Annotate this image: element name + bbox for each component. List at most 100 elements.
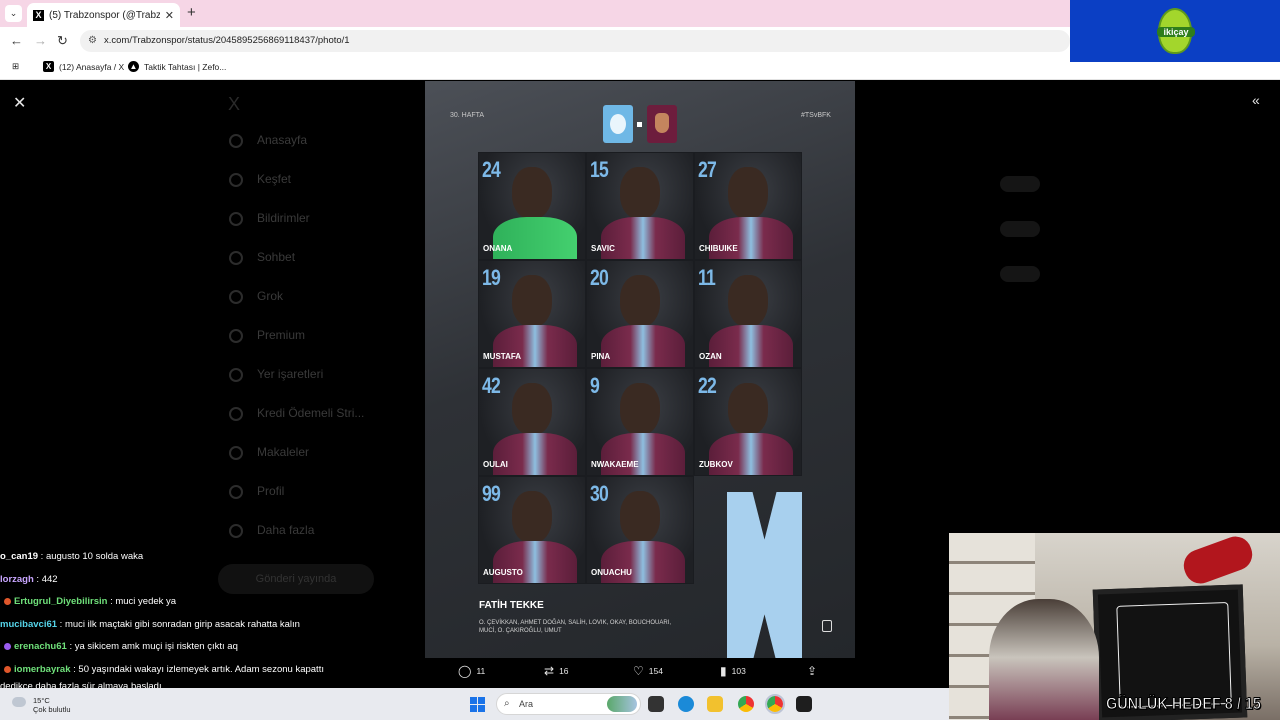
share-button[interactable]: ⇪ <box>807 664 817 678</box>
x-logo-icon: X <box>33 9 44 21</box>
sponsor-label: ikiçay <box>1157 27 1195 37</box>
chat-message: mucibavci61 : muci ilk maçtaki gibi sonr… <box>0 614 420 637</box>
like-button[interactable]: ♡ 154 <box>633 664 663 678</box>
sidebar-item[interactable]: Daha fazla <box>257 523 314 537</box>
player-card: 11 OZAN <box>694 260 802 368</box>
player-card: 99 AUGUSTO <box>478 476 586 584</box>
edge-icon[interactable] <box>678 696 694 712</box>
player-kit <box>493 217 577 259</box>
player-photo <box>512 275 552 327</box>
lineup-poster: 30. HAFTA #TSvBFK 24 ONANA 15 SAVIC 27 C… <box>425 81 855 658</box>
follow-button[interactable] <box>1000 221 1040 237</box>
hashtag-label: #TSvBFK <box>801 112 831 119</box>
player-number: 15 <box>590 157 609 182</box>
browser-tab[interactable]: X (5) Trabzonspor (@Trabzonspor ✕ <box>27 3 180 27</box>
trabzonspor-crest-icon <box>603 105 633 143</box>
weather-widget[interactable]: 15°C Çok bulutlu <box>12 696 71 714</box>
sidebar-item[interactable]: Anasayfa <box>257 133 307 147</box>
player-photo <box>620 167 660 219</box>
site-settings-icon[interactable]: ⚙ <box>88 30 97 52</box>
url-field[interactable]: ⚙ x.com/Trabzonspor/status/2045895256869… <box>80 30 1070 52</box>
sidebar-item[interactable]: Makaleler <box>257 445 309 459</box>
player-card: 20 PINA <box>586 260 694 368</box>
repost-button[interactable]: ⇄ 16 <box>544 664 569 678</box>
chrome-icon[interactable] <box>738 696 754 712</box>
reply-count: 11 <box>476 666 486 676</box>
apps-icon[interactable]: ⊞ <box>12 61 19 72</box>
player-photo <box>512 167 552 219</box>
task-view-icon[interactable] <box>648 696 664 712</box>
player-card: 22 ZUBKOV <box>694 368 802 476</box>
sponsor-banner: ikiçay <box>1070 0 1280 62</box>
x-logo-icon: X <box>228 94 241 114</box>
tab-search-button[interactable]: ⌄ <box>5 5 22 22</box>
bell-icon <box>229 212 243 226</box>
player-photo <box>728 383 768 435</box>
sidebar-item[interactable]: Keşfet <box>257 172 291 186</box>
player-kit <box>493 541 577 583</box>
reload-icon[interactable]: ↻ <box>57 33 68 49</box>
expand-panel-icon[interactable]: « <box>1252 92 1260 108</box>
player-photo <box>620 275 660 327</box>
search-icon <box>229 173 243 187</box>
app-icon[interactable] <box>796 696 812 712</box>
forward-icon[interactable]: → <box>34 33 47 48</box>
player-photo <box>620 383 660 435</box>
chat-text: : 50 yaşındaki wakayı izlemeyek artık. A… <box>70 663 324 675</box>
follow-button[interactable] <box>1000 176 1040 192</box>
sidebar-item[interactable]: Kredi Ödemeli Stri... <box>257 406 364 420</box>
webcam-feed <box>949 533 1280 720</box>
player-card: 24 ONANA <box>478 152 586 260</box>
sidebar-item[interactable]: Profil <box>257 484 284 498</box>
chat-text: : augusto 10 solda waka <box>38 551 144 562</box>
sidebar-item[interactable]: Grok <box>257 289 283 303</box>
sponsor-logo: ikiçay <box>1157 8 1195 54</box>
post-actions: ◯ 11 ⇄ 16 ♡ 154 ▮ 103 ⇪ <box>425 661 855 683</box>
sidebar-item[interactable]: Premium <box>257 328 305 342</box>
premium-icon <box>229 329 243 343</box>
bookmark-label: (12) Anasayfa / X <box>59 61 125 72</box>
player-number: 24 <box>482 157 501 182</box>
stream-chat: o_can19 : augusto 10 solda waka lorzagh … <box>0 546 420 698</box>
sub-badge-icon <box>4 598 11 606</box>
file-explorer-icon[interactable] <box>707 696 723 712</box>
player-photo <box>512 491 552 543</box>
sidebar-item[interactable]: Bildirimler <box>257 211 310 225</box>
player-kit <box>709 325 793 367</box>
sidebar-item[interactable]: Sohbet <box>257 250 295 264</box>
bookmark-taktik[interactable]: ▲ Taktik Tahtası | Zefo... <box>128 61 226 72</box>
repost-count: 16 <box>559 666 569 676</box>
player-kit <box>493 433 577 475</box>
player-kit <box>601 541 685 583</box>
search-placeholder: Ara <box>519 699 534 709</box>
bookmark-x-home[interactable]: X (12) Anasayfa / X <box>43 61 124 72</box>
chat-text: : 442 <box>33 573 58 585</box>
bookmark-icon <box>229 368 243 382</box>
reply-button[interactable]: ◯ 11 <box>458 664 485 678</box>
like-count: 154 <box>648 666 663 676</box>
chat-message: o_can19 : augusto 10 solda waka <box>0 546 420 569</box>
chat-username: iomerbayrak <box>14 663 71 675</box>
windows-start-icon[interactable] <box>470 697 485 712</box>
chat-text: : ya sikicem amk muçi işi riskten çıktı … <box>66 641 238 653</box>
views-button[interactable]: ▮ 103 <box>720 664 746 678</box>
close-icon[interactable]: ✕ <box>13 93 26 113</box>
follow-button[interactable] <box>1000 266 1040 282</box>
profile-icon <box>229 485 243 499</box>
home-icon <box>229 134 243 148</box>
sub-badge-icon <box>4 665 11 673</box>
player-number: 11 <box>698 265 716 290</box>
separator-dot <box>637 122 642 127</box>
news-widget-icon[interactable] <box>607 696 637 712</box>
new-tab-button[interactable]: + <box>187 4 196 21</box>
back-icon[interactable]: ← <box>10 33 23 48</box>
chat-message: Ertugrul_Diyebilirsin : muci yedek ya <box>0 591 420 614</box>
streamer <box>989 599 1099 720</box>
sidebar-item[interactable]: Yer işaretleri <box>257 367 323 381</box>
player-name: OULAI <box>483 460 508 469</box>
player-card: 30 ONUACHU <box>586 476 694 584</box>
chat-username: mucibavci61 <box>0 618 58 630</box>
player-card: 9 NWAKAEME <box>586 368 694 476</box>
chrome-active-icon[interactable] <box>765 694 785 714</box>
close-tab-icon[interactable]: ✕ <box>165 9 174 22</box>
